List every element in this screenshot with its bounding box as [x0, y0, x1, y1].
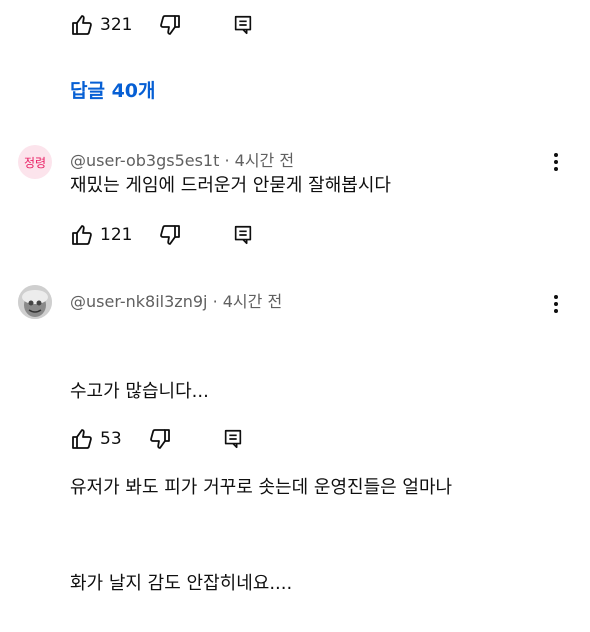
comment-icon — [222, 428, 244, 450]
thumbs-down-icon — [148, 427, 172, 451]
comment-actions: 121 — [70, 220, 254, 250]
more-options-button[interactable] — [548, 150, 564, 174]
comment-meta: @user-nk8il3zn9j · 4시간 전 — [70, 288, 282, 312]
reply-button[interactable] — [232, 224, 254, 246]
reply-button[interactable] — [232, 14, 254, 36]
like-count: 121 — [100, 225, 133, 245]
comment-text: 재밌는 게임에 드러운거 안묻게 잘해봅시다 — [70, 175, 391, 196]
more-options-button[interactable] — [548, 292, 564, 316]
comment-text: 수고가 많습니다... 유저가 봐도 피가 거꾸로 솟는데 운영진들은 얼마나 … — [70, 312, 452, 632]
meta-separator: · — [212, 292, 223, 311]
more-vertical-icon — [548, 150, 564, 174]
avatar[interactable]: 정령 — [18, 145, 52, 179]
like-button[interactable]: 121 — [70, 223, 158, 247]
dislike-button[interactable] — [148, 427, 172, 451]
comment-meta: @user-ob3gs5es1t · 4시간 전 — [70, 147, 294, 171]
more-vertical-icon — [548, 292, 564, 316]
dislike-button[interactable] — [158, 223, 182, 247]
comment-icon — [232, 14, 254, 36]
reply-button[interactable] — [222, 428, 244, 450]
like-button[interactable]: 53 — [70, 427, 148, 451]
comment-time: 4시간 전 — [234, 151, 295, 170]
meta-separator: · — [224, 151, 235, 170]
comment-icon — [232, 224, 254, 246]
top-comment-actions: 321 — [70, 10, 254, 40]
like-count: 53 — [100, 429, 122, 449]
replies-link[interactable]: 답글 40개 — [70, 76, 156, 103]
thumbs-up-icon — [70, 13, 94, 37]
thumbs-down-icon — [158, 13, 182, 37]
like-count: 321 — [100, 15, 133, 35]
comment-author[interactable]: @user-nk8il3zn9j — [70, 292, 207, 311]
avatar[interactable] — [18, 285, 52, 319]
thumbs-up-icon — [70, 427, 94, 451]
comment-actions: 53 — [70, 424, 244, 454]
comment-author[interactable]: @user-ob3gs5es1t — [70, 151, 219, 170]
avatar-image-icon — [18, 285, 52, 319]
comment-text-line: 수고가 많습니다... — [70, 381, 209, 402]
thumbs-up-icon — [70, 223, 94, 247]
dislike-button[interactable] — [158, 13, 182, 37]
comment-time: 4시간 전 — [222, 292, 283, 311]
comment-text-line: 유저가 봐도 피가 거꾸로 솟는데 운영진들은 얼마나 — [70, 477, 453, 498]
thumbs-down-icon — [158, 223, 182, 247]
like-button[interactable]: 321 — [70, 13, 158, 37]
comment-text-line: 화가 날지 감도 안잡히네요.... — [70, 573, 293, 594]
